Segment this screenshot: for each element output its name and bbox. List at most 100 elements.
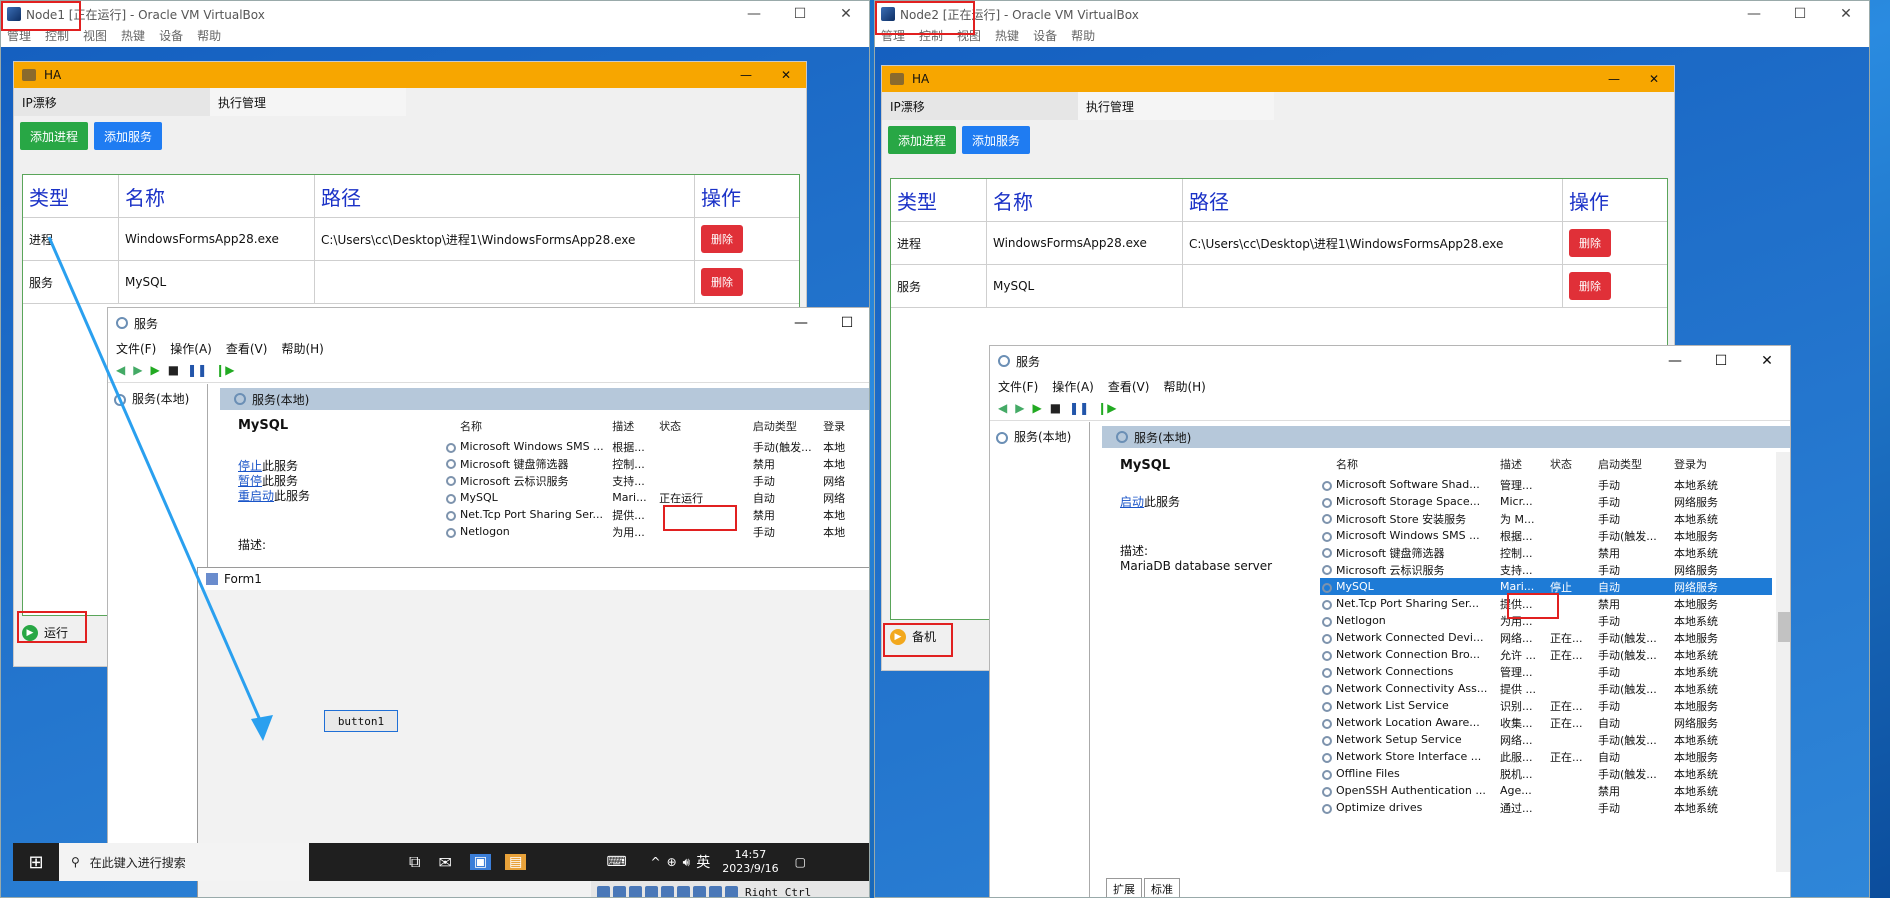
minimize-button[interactable]: — xyxy=(1652,353,1698,369)
play-icon[interactable]: ▶ xyxy=(1032,401,1041,415)
volume-icon[interactable]: 🔊︎ xyxy=(683,855,691,870)
col-desc[interactable]: 描述 xyxy=(612,418,659,434)
minimize-button[interactable]: — xyxy=(731,6,777,22)
app-taskbar-icon[interactable]: ▣ xyxy=(469,854,492,870)
close-button[interactable]: ✕ xyxy=(823,6,869,22)
list-item[interactable]: Network List Service 识别... 正在... 手动 本地服务 xyxy=(1320,697,1772,714)
list-item[interactable]: Network Location Aware... 收集... 正在... 自动 网络服… xyxy=(1320,714,1772,731)
minimize-button[interactable]: — xyxy=(1594,72,1634,86)
list-item[interactable]: Microsoft Windows SMS ... 根据... 手动(触发... 本地… xyxy=(1320,527,1772,544)
menu-hotkey[interactable]: 热键 xyxy=(995,27,1019,45)
tab-ip-drift[interactable]: IP漂移 xyxy=(14,88,210,116)
list-item[interactable]: Optimize drives 通过... 手动 本地系统 xyxy=(1320,799,1772,816)
node1-titlebar[interactable]: Node1 [正在运行] - Oracle VM VirtualBox — ☐ … xyxy=(1,1,869,27)
node2-titlebar[interactable]: Node2 [正在运行] - Oracle VM VirtualBox — ☐ … xyxy=(875,1,1869,27)
list-item[interactable]: Network Connection Bro... 允许 ... 正在... 手动(触… xyxy=(1320,646,1772,663)
maximize-button[interactable]: ☐ xyxy=(1777,6,1823,22)
forward-icon[interactable]: ▶ xyxy=(133,363,142,377)
close-button[interactable]: ✕ xyxy=(1823,6,1869,22)
form1-titlebar[interactable]: Form1 xyxy=(198,568,869,590)
list-item[interactable]: Microsoft Software Shad... 管理... 手动 本地系统 xyxy=(1320,476,1772,493)
button1[interactable]: button1 xyxy=(324,710,398,732)
start-service-link[interactable]: 启动 xyxy=(1120,495,1144,509)
recording-icon[interactable] xyxy=(709,885,722,897)
minimize-button[interactable]: — xyxy=(1731,6,1777,22)
delete-button[interactable]: 删除 xyxy=(1569,272,1611,300)
add-process-button[interactable]: 添加进程 xyxy=(20,122,89,150)
restart-service-link[interactable]: 重启动 xyxy=(238,489,274,503)
list-item[interactable]: Netlogon 为用... 手动 本地 xyxy=(444,523,869,540)
col-name[interactable]: 名称 xyxy=(1320,456,1500,472)
list-item[interactable]: Network Store Interface ... 此服... 正在... 自动 本… xyxy=(1320,748,1772,765)
menu-action[interactable]: 操作(A) xyxy=(170,340,212,357)
forward-icon[interactable]: ▶ xyxy=(1015,401,1024,415)
list-item[interactable]: Network Connections 管理... 手动 本地系统 xyxy=(1320,663,1772,680)
stop-service-link[interactable]: 停止 xyxy=(238,459,262,473)
list-item[interactable]: Microsoft Windows SMS ... 根据... 手动(触发... 本地 xyxy=(444,438,869,455)
close-button[interactable]: ✕ xyxy=(1744,353,1790,369)
col-desc[interactable]: 描述 xyxy=(1500,456,1550,472)
play-icon[interactable]: ▶ xyxy=(150,363,159,377)
menu-view[interactable]: 查看(V) xyxy=(226,340,268,357)
minimize-button[interactable]: — xyxy=(778,315,824,331)
network-icon[interactable]: ⊕ xyxy=(667,855,677,869)
add-service-button[interactable]: 添加服务 xyxy=(94,122,163,150)
table-row[interactable]: 进程 WindowsFormsApp28.exe C:\Users\cc\Des… xyxy=(23,218,799,261)
shared-folder-icon[interactable] xyxy=(677,885,690,897)
tab-standard[interactable]: 标准 xyxy=(1144,878,1180,897)
menu-devices[interactable]: 设备 xyxy=(159,27,183,45)
list-item[interactable]: Network Connected Devi... 网络... 正在... 手动(触发… xyxy=(1320,629,1772,646)
tree-item-services-local[interactable]: 服务(本地) xyxy=(1014,430,1071,444)
audio-icon[interactable] xyxy=(629,885,642,897)
keyboard-icon[interactable]: ⌨ xyxy=(606,854,626,870)
windows-start-icon[interactable]: ⊞ xyxy=(13,852,59,873)
scrollbar-thumb[interactable] xyxy=(1778,612,1790,642)
menu-help[interactable]: 帮助 xyxy=(1071,27,1095,45)
close-button[interactable]: ✕ xyxy=(766,68,806,82)
pause-service-link[interactable]: 暂停 xyxy=(238,474,262,488)
add-process-button[interactable]: 添加进程 xyxy=(888,126,957,154)
mail-icon[interactable]: ✉ xyxy=(438,853,451,872)
col-name[interactable]: 名称 xyxy=(444,418,612,434)
list-item[interactable]: Microsoft Store 安装服务为 M... 手动 本地系统 xyxy=(1320,510,1772,527)
services-scrollbar[interactable] xyxy=(1776,452,1790,872)
display-icon[interactable] xyxy=(693,885,706,897)
task-view-icon[interactable]: ⧉ xyxy=(409,852,420,872)
mouse-icon[interactable] xyxy=(725,885,738,897)
list-item[interactable]: Net.Tcp Port Sharing Ser... 提供... 禁用 本地 xyxy=(444,506,869,523)
tab-exec-manage[interactable]: 执行管理 xyxy=(210,88,406,116)
col-logon[interactable]: 登录为 xyxy=(1674,456,1734,472)
stop-icon[interactable]: ■ xyxy=(1050,401,1061,415)
close-button[interactable]: ✕ xyxy=(1634,72,1674,86)
menu-help[interactable]: 帮助(H) xyxy=(1163,378,1205,395)
table-row[interactable]: 进程 WindowsFormsApp28.exe C:\Users\cc\Des… xyxy=(891,222,1667,265)
minimize-button[interactable]: — xyxy=(726,68,766,82)
services-titlebar[interactable]: 服务 — ☐ ✕ xyxy=(990,346,1790,376)
list-item[interactable]: Network Connectivity Ass... 提供 ... 手动(触发..… xyxy=(1320,680,1772,697)
clock[interactable]: 14:57 2023/9/16 xyxy=(722,848,778,876)
maximize-button[interactable]: ☐ xyxy=(824,315,869,331)
ha-taskbar-icon[interactable]: ▤ xyxy=(505,854,527,870)
optical-icon[interactable] xyxy=(613,885,626,897)
ha-titlebar[interactable]: HA — ✕ xyxy=(14,62,806,88)
table-row[interactable]: 服务 MySQL 删除 xyxy=(891,265,1667,308)
col-start[interactable]: 启动类型 xyxy=(753,418,823,434)
maximize-button[interactable]: ☐ xyxy=(777,6,823,22)
back-icon[interactable]: ◀ xyxy=(998,401,1007,415)
pause-icon[interactable]: ❚❚ xyxy=(1069,401,1089,415)
menu-file[interactable]: 文件(F) xyxy=(998,378,1038,395)
back-icon[interactable]: ◀ xyxy=(116,363,125,377)
hdd-icon[interactable] xyxy=(597,885,610,897)
list-item[interactable]: Microsoft Storage Space... Micr... 手动 网络服务 xyxy=(1320,493,1772,510)
menu-action[interactable]: 操作(A) xyxy=(1052,378,1094,395)
notification-icon[interactable]: ▢ xyxy=(795,855,806,869)
stop-icon[interactable]: ■ xyxy=(168,363,179,377)
restart-icon[interactable]: ❙▶ xyxy=(1097,401,1116,415)
menu-view[interactable]: 查看(V) xyxy=(1108,378,1150,395)
list-item[interactable]: Offline Files 脱机... 手动(触发... 本地系统 xyxy=(1320,765,1772,782)
list-item[interactable]: Network Setup Service 网络... 手动(触发... 本地系统 xyxy=(1320,731,1772,748)
list-item[interactable]: OpenSSH Authentication ... Age... 禁用 本地系统 xyxy=(1320,782,1772,799)
list-item[interactable]: Microsoft 云标识服务 支持... 手动 网络 xyxy=(444,472,869,489)
services-titlebar[interactable]: 服务 — ☐ xyxy=(108,308,869,338)
delete-button[interactable]: 删除 xyxy=(701,225,743,253)
